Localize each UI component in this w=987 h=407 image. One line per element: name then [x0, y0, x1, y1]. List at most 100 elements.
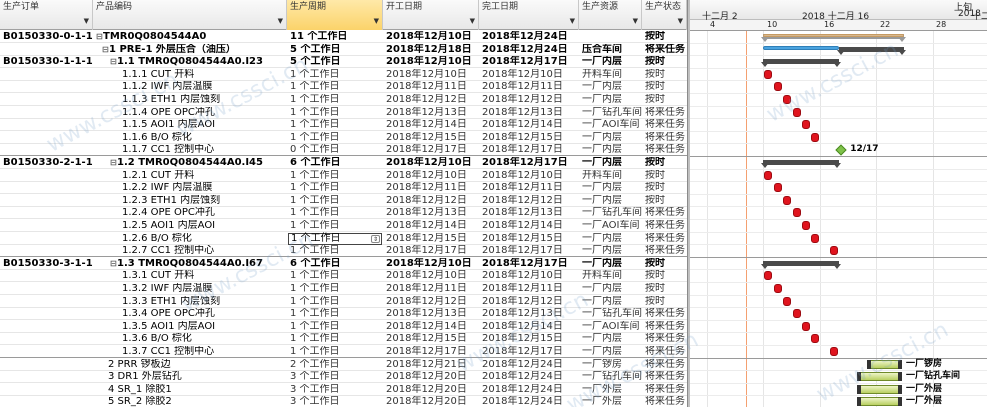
- order-cell[interactable]: [0, 283, 93, 295]
- end-date-cell[interactable]: 2018年12月12日: [479, 296, 579, 308]
- status-cell[interactable]: 将来任务: [642, 144, 687, 156]
- order-cell[interactable]: [0, 384, 93, 396]
- code-cell[interactable]: 1.1.2 IWF 内层温膜: [93, 81, 287, 93]
- duration-cell[interactable]: 3 个工作日: [287, 371, 383, 383]
- start-date-cell[interactable]: 2018年12月11日: [383, 182, 479, 194]
- collapse-toggle-icon[interactable]: ⊟: [110, 157, 117, 169]
- task-row[interactable]: 3 DR1 外层钻孔 3 个工作日 2018年12月20日 2018年12月24日 一厂…: [0, 371, 687, 384]
- duration-cell[interactable]: 1 个工作日: [287, 119, 383, 131]
- code-cell[interactable]: 1.2.7 CC1 控制中心: [93, 245, 287, 257]
- end-date-cell[interactable]: 2018年12月13日: [479, 107, 579, 119]
- resource-cell[interactable]: 一厂内层: [579, 94, 642, 106]
- task-bar[interactable]: [773, 284, 782, 293]
- status-cell[interactable]: 按时: [642, 69, 687, 81]
- order-cell[interactable]: [0, 107, 93, 119]
- task-row[interactable]: 2 PRR 锣板边 2 个工作日 2018年12月21日 2018年12月24日 一厂锣…: [0, 359, 687, 371]
- task-bar[interactable]: [764, 271, 773, 281]
- status-cell[interactable]: 按时: [642, 170, 687, 182]
- order-cell[interactable]: [0, 81, 93, 93]
- resource-cell[interactable]: 一厂内层: [579, 56, 642, 68]
- start-date-cell[interactable]: 2018年12月15日: [383, 132, 479, 144]
- end-date-cell[interactable]: 2018年12月10日: [479, 170, 579, 182]
- status-cell[interactable]: 将来任务: [642, 308, 687, 320]
- task-bar[interactable]: [783, 195, 792, 205]
- status-cell[interactable]: 按时: [642, 182, 687, 194]
- start-date-cell[interactable]: 2018年12月11日: [383, 81, 479, 93]
- order-cell[interactable]: [0, 207, 93, 219]
- status-cell[interactable]: 按时: [642, 258, 687, 270]
- task-bar[interactable]: [802, 221, 810, 230]
- collapse-toggle-icon[interactable]: ⊟: [102, 44, 109, 56]
- chevron-down-icon[interactable]: ▼: [374, 16, 379, 27]
- task-row[interactable]: 1.3.3 ETH1 内层蚀刻 1 个工作日 2018年12月12日 2018年12月…: [0, 296, 687, 308]
- task-row[interactable]: 1.1.3 ETH1 内层蚀刻 1 个工作日 2018年12月12日 2018年12月…: [0, 94, 687, 106]
- task-row[interactable]: 1.3.1 CUT 开料 1 个工作日 2018年12月10日 2018年12月10日…: [0, 270, 687, 283]
- duration-cell[interactable]: 1 个工作日: [287, 296, 383, 308]
- duration-cell[interactable]: 1 个工作日: [287, 283, 383, 295]
- end-date-cell[interactable]: 2018年12月11日: [479, 283, 579, 295]
- resource-cell[interactable]: 一厂内层: [579, 258, 642, 270]
- resource-cell[interactable]: 一厂外层: [579, 384, 642, 396]
- col-header-end[interactable]: 完工日期 ▼: [479, 0, 579, 30]
- status-cell[interactable]: 将来任务: [642, 132, 687, 144]
- code-cell[interactable]: ⊟1.3 TMR0Q0804544A0.I67: [93, 258, 287, 270]
- resource-cell[interactable]: 一厂AOI车间: [579, 220, 642, 232]
- duration-cell[interactable]: 11 个工作日: [287, 31, 383, 43]
- order-cell[interactable]: B0150330-2-1-1: [0, 157, 93, 169]
- status-cell[interactable]: 按时: [642, 296, 687, 308]
- duration-cell[interactable]: 1 个工作日: [287, 170, 383, 182]
- duration-cell[interactable]: 3 个工作日: [287, 396, 383, 407]
- status-cell[interactable]: 按时: [642, 94, 687, 106]
- collapse-toggle-icon[interactable]: ⊟: [110, 56, 117, 68]
- resource-cell[interactable]: 一厂内层: [579, 245, 642, 257]
- order-cell[interactable]: [0, 296, 93, 308]
- order-cell[interactable]: [0, 308, 93, 320]
- order-cell[interactable]: [0, 170, 93, 182]
- task-row[interactable]: 1.2.6 B/O 棕化 1 个工作日 2018年12月15日 2018年12月15日…: [0, 232, 687, 245]
- duration-cell[interactable]: 1 个工作日: [287, 132, 383, 144]
- chevron-down-icon[interactable]: ▼: [278, 16, 283, 27]
- col-header-code[interactable]: 产品编码 ▼: [93, 0, 287, 30]
- task-bar[interactable]: [773, 183, 782, 193]
- resource-cell[interactable]: 一厂内层: [579, 81, 642, 93]
- summary-task-row[interactable]: B0150330-2-1-1 ⊟1.2 TMR0Q0804544A0.I45 6 个…: [0, 157, 687, 169]
- start-date-cell[interactable]: 2018年12月17日: [383, 346, 479, 358]
- summary-task-row[interactable]: B0150330-3-1-1 ⊟1.3 TMR0Q0804544A0.I67 6 个…: [0, 258, 687, 270]
- status-cell[interactable]: 将来任务: [642, 346, 687, 358]
- end-date-cell[interactable]: 2018年12月17日: [479, 157, 579, 169]
- code-cell[interactable]: ⊟1.2 TMR0Q0804544A0.I45: [93, 157, 287, 169]
- duration-cell[interactable]: 1 个工作日: [287, 94, 383, 106]
- code-cell[interactable]: 1.3.4 OPE OPC冲孔: [93, 308, 287, 320]
- start-date-cell[interactable]: 2018年12月10日: [383, 69, 479, 81]
- end-date-cell[interactable]: 2018年12月14日: [479, 321, 579, 333]
- status-cell[interactable]: 将来任务: [642, 207, 687, 219]
- task-row[interactable]: 1.1.1 CUT 开料 1 个工作日 2018年12月10日 2018年12月10日…: [0, 69, 687, 81]
- code-cell[interactable]: 5 SR_2 除胶2: [93, 396, 287, 407]
- start-date-cell[interactable]: 2018年12月18日: [383, 44, 479, 56]
- duration-cell[interactable]: 3 个工作日: [287, 384, 383, 396]
- status-cell[interactable]: 按时: [642, 270, 687, 282]
- code-cell[interactable]: 1.2.4 OPE OPC冲孔: [93, 207, 287, 219]
- end-date-cell[interactable]: 2018年12月13日: [479, 207, 579, 219]
- task-bar[interactable]: [764, 170, 773, 180]
- end-date-cell[interactable]: 2018年12月15日: [479, 333, 579, 345]
- order-cell[interactable]: [0, 144, 93, 156]
- duration-cell[interactable]: 1 个工作日: [287, 107, 383, 119]
- status-cell[interactable]: 将来任务: [642, 333, 687, 345]
- order-cell[interactable]: [0, 321, 93, 333]
- task-bar[interactable]: [811, 132, 820, 142]
- milestone-diamond[interactable]: [835, 144, 847, 157]
- future-task-bar[interactable]: [857, 384, 902, 394]
- order-cell[interactable]: B0150330-0-1-1: [0, 31, 93, 43]
- task-row[interactable]: 1.3.7 CC1 控制中心 1 个工作日 2018年12月17日 2018年12月1…: [0, 346, 687, 358]
- future-task-bar[interactable]: [866, 359, 903, 369]
- end-date-cell[interactable]: 2018年12月24日: [479, 31, 579, 43]
- end-date-cell[interactable]: 2018年12月11日: [479, 81, 579, 93]
- duration-cell[interactable]: 1 个工作日: [287, 182, 383, 194]
- order-cell[interactable]: [0, 396, 93, 407]
- code-cell[interactable]: 1.1.1 CUT 开料: [93, 69, 287, 81]
- duration-edit-field[interactable]: 1 个工作日 ⇕: [288, 232, 382, 245]
- task-row[interactable]: 1.1.7 CC1 控制中心 0 个工作日 2018年12月17日 2018年12月1…: [0, 144, 687, 157]
- end-date-cell[interactable]: 2018年12月10日: [479, 69, 579, 81]
- code-cell[interactable]: 1.2.2 IWF 内层温膜: [93, 182, 287, 194]
